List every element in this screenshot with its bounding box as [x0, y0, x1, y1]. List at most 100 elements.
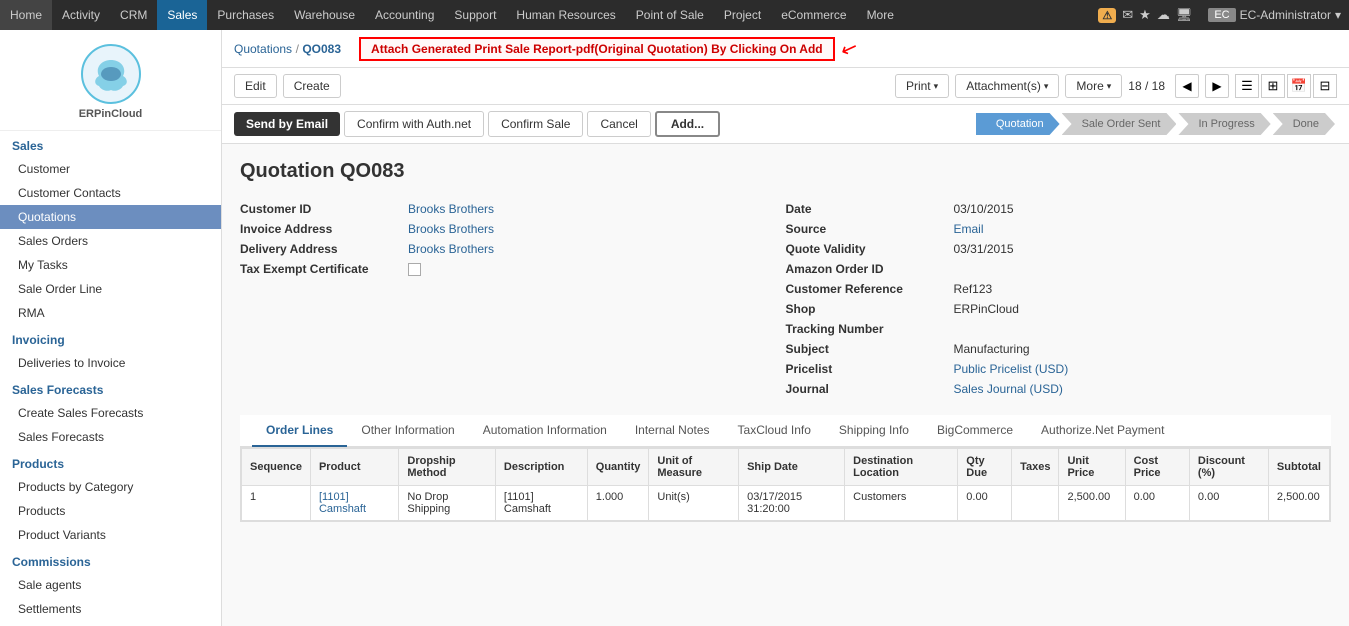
more-button[interactable]: More ▾ [1065, 74, 1122, 98]
status-quotation[interactable]: Quotation [976, 113, 1060, 135]
sidebar-item-deliveries-invoice[interactable]: Deliveries to Invoice [0, 351, 221, 375]
value-customer-id[interactable]: Brooks Brothers [408, 202, 494, 216]
sidebar-item-customer[interactable]: Customer [0, 157, 221, 181]
kanban-view-button[interactable]: ⊞ [1261, 74, 1285, 98]
status-steps: Quotation Sale Order Sent In Progress Do… [976, 113, 1337, 135]
col-unit-price: Unit Price [1059, 449, 1125, 486]
sidebar-item-sale-agents[interactable]: Sale agents [0, 573, 221, 597]
status-done[interactable]: Done [1273, 113, 1335, 135]
pagination-prev-button[interactable]: ◀ [1175, 74, 1199, 98]
list-view-button[interactable]: ☰ [1235, 74, 1259, 98]
tab-taxcloud[interactable]: TaxCloud Info [724, 415, 825, 447]
pagination-info: 18 / 18 [1128, 79, 1165, 93]
value-quote-validity: 03/31/2015 [954, 242, 1014, 256]
star-icon[interactable]: ★ [1139, 7, 1151, 23]
col-qty-due: Qty Due [958, 449, 1012, 486]
label-amazon-order: Amazon Order ID [786, 262, 946, 276]
nav-pos[interactable]: Point of Sale [626, 0, 714, 30]
envelope-icon[interactable]: ✉ [1122, 7, 1133, 23]
tab-order-lines[interactable]: Order Lines [252, 415, 347, 447]
action-bar: Edit Create Print ▾ Attachment(s) ▾ More… [222, 68, 1349, 105]
sidebar-section-forecasts: Sales Forecasts [0, 375, 221, 401]
value-pricelist[interactable]: Public Pricelist (USD) [954, 362, 1069, 376]
nav-home[interactable]: Home [0, 0, 52, 30]
sidebar-item-reports[interactable]: Reports [0, 621, 221, 626]
graph-view-button[interactable]: ⊟ [1313, 74, 1337, 98]
label-quote-validity: Quote Validity [786, 242, 946, 256]
col-product: Product [310, 449, 398, 486]
nav-ecommerce[interactable]: eCommerce [771, 0, 856, 30]
user-menu[interactable]: EC EC-Administrator ▾ [1200, 8, 1349, 22]
sidebar-item-my-tasks[interactable]: My Tasks [0, 253, 221, 277]
sidebar-item-product-variants[interactable]: Product Variants [0, 523, 221, 547]
form-row-invoice-address: Invoice Address Brooks Brothers [240, 219, 786, 239]
nav-accounting[interactable]: Accounting [365, 0, 444, 30]
sidebar-item-products[interactable]: Products [0, 499, 221, 523]
form-row-customer-id: Customer ID Brooks Brothers [240, 199, 786, 219]
cell-description: [1101] Camshaft [495, 486, 587, 521]
tab-shipping[interactable]: Shipping Info [825, 415, 923, 447]
tab-automation[interactable]: Automation Information [469, 415, 621, 447]
status-sale-order-sent[interactable]: Sale Order Sent [1062, 113, 1177, 135]
sidebar-item-sales-forecasts[interactable]: Sales Forecasts [0, 425, 221, 449]
sidebar-item-customer-contacts[interactable]: Customer Contacts [0, 181, 221, 205]
attachments-button[interactable]: Attachment(s) ▾ [955, 74, 1059, 98]
print-button[interactable]: Print ▾ [895, 74, 949, 98]
cloud-icon[interactable]: ☁ [1157, 7, 1170, 23]
calendar-view-button[interactable]: 📅 [1287, 74, 1311, 98]
tab-internal-notes[interactable]: Internal Notes [621, 415, 724, 447]
nav-sales[interactable]: Sales [157, 0, 207, 30]
nav-activity[interactable]: Activity [52, 0, 110, 30]
status-in-progress[interactable]: In Progress [1178, 113, 1270, 135]
nav-warehouse[interactable]: Warehouse [284, 0, 365, 30]
sidebar-item-sale-order-line[interactable]: Sale Order Line [0, 277, 221, 301]
add-dropdown-container: Add... [655, 111, 720, 137]
label-invoice-address: Invoice Address [240, 222, 400, 236]
label-subject: Subject [786, 342, 946, 356]
cell-taxes [1012, 486, 1059, 521]
edit-button[interactable]: Edit [234, 74, 277, 98]
sidebar-section-invoicing: Invoicing [0, 325, 221, 351]
cancel-button[interactable]: Cancel [587, 111, 650, 137]
nav-more[interactable]: More [857, 0, 904, 30]
cell-destination: Customers [845, 486, 958, 521]
warning-icon[interactable]: ⚠ [1098, 8, 1116, 23]
sidebar-item-quotations[interactable]: Quotations [0, 205, 221, 229]
nav-support[interactable]: Support [444, 0, 506, 30]
table-row[interactable]: 1 [1101] Camshaft No Drop Shipping [1101… [242, 486, 1330, 521]
top-navigation: Home Activity CRM Sales Purchases Wareho… [0, 0, 1349, 30]
create-button[interactable]: Create [283, 74, 341, 98]
confirm-sale-button[interactable]: Confirm Sale [488, 111, 583, 137]
more-label: More [1076, 79, 1103, 93]
monitor-icon[interactable]: 🖥 [1176, 7, 1193, 23]
value-delivery-address[interactable]: Brooks Brothers [408, 242, 494, 256]
main-content: Quotations / QO083 Attach Generated Prin… [222, 30, 1349, 626]
value-invoice-address[interactable]: Brooks Brothers [408, 222, 494, 236]
tab-authnet[interactable]: Authorize.Net Payment [1027, 415, 1178, 447]
sidebar-item-sales-orders[interactable]: Sales Orders [0, 229, 221, 253]
send-email-button[interactable]: Send by Email [234, 112, 340, 136]
sidebar-item-settlements[interactable]: Settlements [0, 597, 221, 621]
sidebar-item-rma[interactable]: RMA [0, 301, 221, 325]
checkbox-tax-exempt[interactable] [408, 263, 421, 276]
print-caret-icon: ▾ [934, 81, 939, 92]
cell-product[interactable]: [1101] Camshaft [310, 486, 398, 521]
nav-project[interactable]: Project [714, 0, 771, 30]
alert-text: Attach Generated Print Sale Report-pdf(O… [371, 42, 823, 56]
nav-purchases[interactable]: Purchases [207, 0, 284, 30]
cell-ship-date: 03/17/2015 31:20:00 [739, 486, 845, 521]
confirm-auth-button[interactable]: Confirm with Auth.net [344, 111, 484, 137]
value-journal[interactable]: Sales Journal (USD) [954, 382, 1063, 396]
sidebar-item-create-forecasts[interactable]: Create Sales Forecasts [0, 401, 221, 425]
pagination-next-button[interactable]: ▶ [1205, 74, 1229, 98]
add-button[interactable]: Add... [655, 111, 720, 137]
cell-unit-price: 2,500.00 [1059, 486, 1125, 521]
breadcrumb-parent[interactable]: Quotations [234, 42, 292, 56]
nav-hr[interactable]: Human Resources [506, 0, 625, 30]
value-source[interactable]: Email [954, 222, 984, 236]
sidebar-item-products-category[interactable]: Products by Category [0, 475, 221, 499]
col-discount: Discount (%) [1189, 449, 1268, 486]
tab-other-info[interactable]: Other Information [347, 415, 468, 447]
tab-bigcommerce[interactable]: BigCommerce [923, 415, 1027, 447]
nav-crm[interactable]: CRM [110, 0, 157, 30]
